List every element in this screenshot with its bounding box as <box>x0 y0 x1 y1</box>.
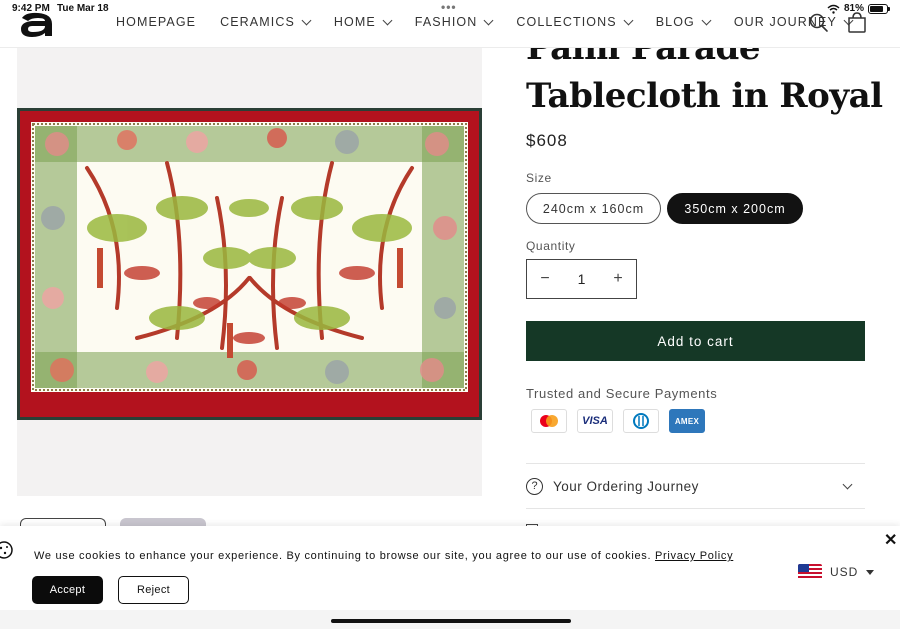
currency-selector[interactable]: USD <box>798 564 875 580</box>
status-time: 9:42 PM <box>12 3 50 14</box>
product-page: HOMEPAGE CERAMICS HOME FASHION COLLECTIO… <box>0 0 900 629</box>
us-flag-icon <box>798 564 822 580</box>
accordion-label: Your Ordering Journey <box>553 478 699 494</box>
size-options: 240cm x 160cm 350cm x 200cm <box>526 193 803 224</box>
home-indicator[interactable] <box>331 619 571 623</box>
status-right: 81% <box>827 3 890 14</box>
divider <box>526 463 865 464</box>
quantity-input[interactable]: 1 <box>578 271 586 287</box>
accept-button[interactable]: Accept <box>32 576 103 604</box>
quantity-increase-button[interactable]: + <box>610 270 626 288</box>
privacy-policy-link[interactable]: Privacy Policy <box>655 550 733 562</box>
diners-club-icon <box>623 409 659 433</box>
visa-icon: VISA <box>577 409 613 433</box>
cookie-message: We use cookies to enhance your experienc… <box>34 550 733 562</box>
quantity-label: Quantity <box>526 239 576 253</box>
add-to-cart-button[interactable]: Add to cart <box>526 321 865 361</box>
payment-icons: VISA AMEX <box>531 409 705 433</box>
quantity-decrease-button[interactable]: − <box>537 270 553 288</box>
battery-percent: 81% <box>843 3 864 14</box>
cookie-icon <box>0 541 13 559</box>
question-icon: ? <box>526 477 543 495</box>
multitask-dots-icon[interactable]: ••• <box>441 0 457 14</box>
cookie-banner: We use cookies to enhance your experienc… <box>0 526 900 610</box>
product-image-tablecloth[interactable] <box>17 108 482 420</box>
visa-label: VISA <box>582 415 608 427</box>
trusted-payments-label: Trusted and Secure Payments <box>526 386 718 401</box>
size-option-350x200[interactable]: 350cm x 200cm <box>667 193 803 224</box>
status-bar: 9:42 PM Tue Mar 18 ••• 81% <box>0 0 900 18</box>
caret-down-icon <box>866 569 875 575</box>
currency-label: USD <box>830 565 859 579</box>
quantity-stepper: − 1 + <box>526 259 637 299</box>
product-title-line2: Tablecloth in Royal <box>526 76 883 116</box>
product-price: $608 <box>526 131 568 150</box>
product-gallery <box>17 48 482 496</box>
size-label: Size <box>526 171 552 185</box>
accordion-ordering-journey[interactable]: ? Your Ordering Journey <box>526 474 865 498</box>
reject-button[interactable]: Reject <box>118 576 189 604</box>
amex-icon: AMEX <box>669 409 705 433</box>
wifi-icon <box>827 4 840 14</box>
divider <box>526 508 865 509</box>
mastercard-icon <box>531 409 567 433</box>
close-icon[interactable]: ✕ <box>884 530 897 550</box>
size-option-240x160[interactable]: 240cm x 160cm <box>526 193 661 224</box>
cookie-message-text: We use cookies to enhance your experienc… <box>34 550 652 562</box>
chevron-down-icon <box>842 479 853 490</box>
battery-icon <box>868 3 890 14</box>
amex-label: AMEX <box>674 416 700 426</box>
status-date: Tue Mar 18 <box>57 3 109 14</box>
battery-level <box>870 5 883 12</box>
